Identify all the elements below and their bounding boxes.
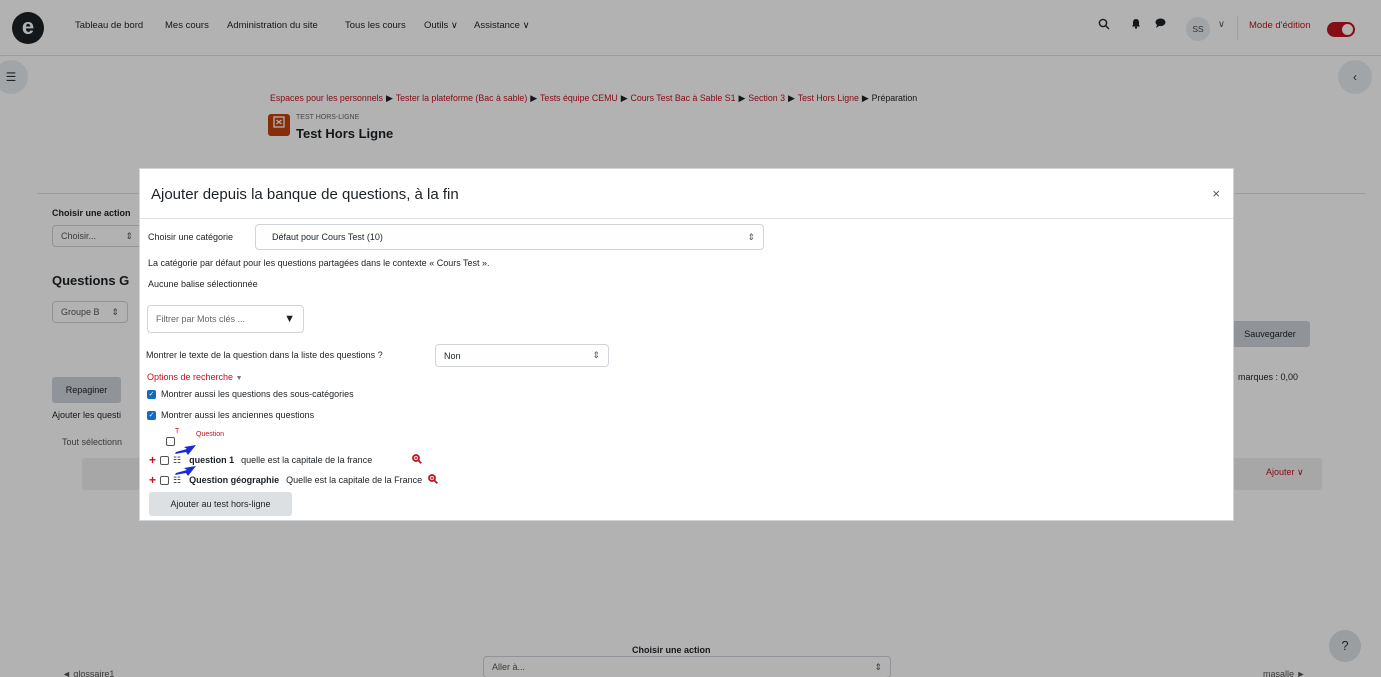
question-text: Quelle est la capitale de la France	[286, 475, 423, 485]
question-name: Question géographie	[189, 475, 280, 485]
show-text-select-value: Non	[444, 350, 461, 361]
multichoice-icon: ☷	[173, 454, 182, 465]
search-options-toggle[interactable]: Options de recherche ▼	[147, 372, 243, 382]
subcategories-option[interactable]: ✓ Montrer aussi les questions des sous-c…	[147, 389, 354, 399]
question-checkbox[interactable]	[160, 455, 170, 465]
subcategories-label: Montrer aussi les questions des sous-cat…	[161, 389, 354, 399]
question-name: question 1	[189, 455, 235, 465]
checkbox-checked[interactable]: ✓	[147, 389, 156, 399]
triangle-down-icon: ▼	[284, 313, 295, 325]
caret-down-icon: ▼	[235, 375, 243, 382]
preview-magnifier-icon[interactable]	[428, 473, 439, 487]
category-description: La catégorie par défaut pour les questio…	[148, 258, 490, 268]
show-text-label: Montrer le texte de la question dans la …	[146, 350, 383, 360]
close-icon[interactable]: ×	[1212, 186, 1220, 201]
modal-title: Ajouter depuis la banque de questions, à…	[151, 186, 459, 203]
category-select-value: Défaut pour Cours Test (10)	[272, 232, 383, 242]
question-row: + ☷ question 1 quelle est la capitale de…	[149, 453, 423, 467]
question-checkbox[interactable]	[160, 475, 170, 485]
no-tag-selected-text: Aucune balise sélectionnée	[148, 279, 258, 289]
old-questions-option[interactable]: ✓ Montrer aussi les anciennes questions	[147, 410, 314, 420]
question-row: + ☷ Question géographie Quelle est la ca…	[149, 473, 439, 487]
plus-icon[interactable]: +	[149, 473, 156, 487]
question-text: quelle est la capitale de la france	[241, 455, 373, 465]
preview-magnifier-icon[interactable]	[412, 453, 423, 467]
category-label: Choisir une catégorie	[148, 232, 234, 242]
search-options-label: Options de recherche	[147, 372, 234, 382]
select-arrows-icon: ⇕	[592, 350, 600, 360]
add-to-offline-quiz-button[interactable]: Ajouter au test hors-ligne	[149, 492, 292, 516]
checkbox-checked[interactable]: ✓	[147, 410, 156, 420]
select-arrows-icon: ⇕	[747, 231, 755, 242]
multichoice-icon: ☷	[173, 474, 182, 485]
category-select[interactable]: Défaut pour Cours Test (10) ⇕	[255, 224, 764, 250]
column-header-type[interactable]: T	[175, 428, 179, 435]
tag-filter-input[interactable]: Filtrer par Mots clés ... ▼	[147, 305, 304, 333]
column-header-question[interactable]: Question	[196, 431, 224, 438]
plus-icon[interactable]: +	[149, 453, 156, 467]
old-questions-label: Montrer aussi les anciennes questions	[161, 410, 315, 420]
show-text-select[interactable]: Non ⇕	[435, 344, 609, 367]
tag-filter-placeholder: Filtrer par Mots clés ...	[156, 314, 246, 324]
modal-header: Ajouter depuis la banque de questions, à…	[140, 169, 1233, 219]
question-bank-modal: Ajouter depuis la banque de questions, à…	[139, 168, 1234, 521]
